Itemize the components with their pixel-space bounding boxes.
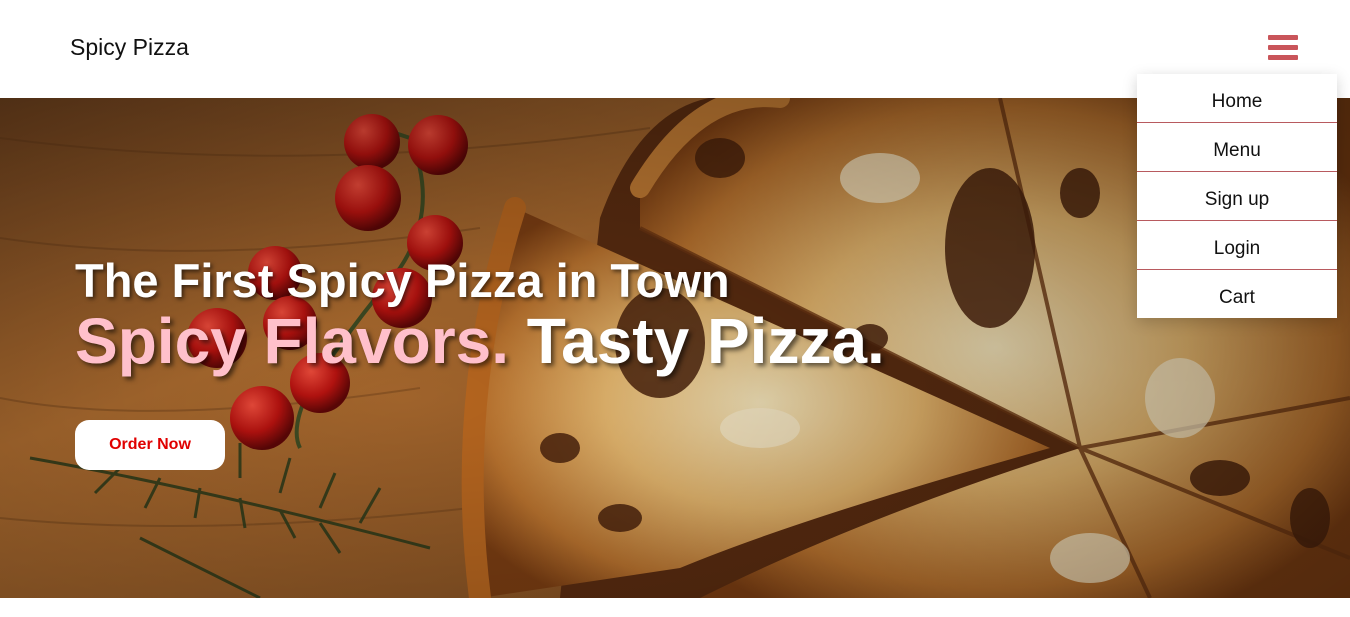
hero-headline: The First Spicy Pizza in Town xyxy=(75,254,730,307)
nav-dropdown-menu: Home Menu Sign up Login Cart xyxy=(1137,74,1337,318)
nav-item-home[interactable]: Home xyxy=(1137,74,1337,123)
hamburger-bar xyxy=(1268,55,1298,60)
hamburger-menu-icon[interactable] xyxy=(1268,35,1298,60)
tagline-accent: Spicy Flavors. xyxy=(75,305,509,377)
hamburger-bar xyxy=(1268,45,1298,50)
hero-content: The First Spicy Pizza in Town Spicy Flav… xyxy=(75,254,885,470)
nav-item-cart[interactable]: Cart xyxy=(1137,270,1337,318)
hamburger-bar xyxy=(1268,35,1298,40)
brand-logo-text[interactable]: Spicy Pizza xyxy=(70,34,189,61)
hero-tagline: Spicy Flavors. Tasty Pizza. xyxy=(75,303,885,379)
order-now-button[interactable]: Order Now xyxy=(75,420,225,470)
nav-item-menu[interactable]: Menu xyxy=(1137,123,1337,172)
nav-item-login[interactable]: Login xyxy=(1137,221,1337,270)
page-bottom xyxy=(0,598,1350,617)
page: Spicy Pizza The First Spicy Pizza in Tow… xyxy=(0,0,1350,617)
tagline-rest: Tasty Pizza. xyxy=(526,305,885,377)
nav-item-signup[interactable]: Sign up xyxy=(1137,172,1337,221)
